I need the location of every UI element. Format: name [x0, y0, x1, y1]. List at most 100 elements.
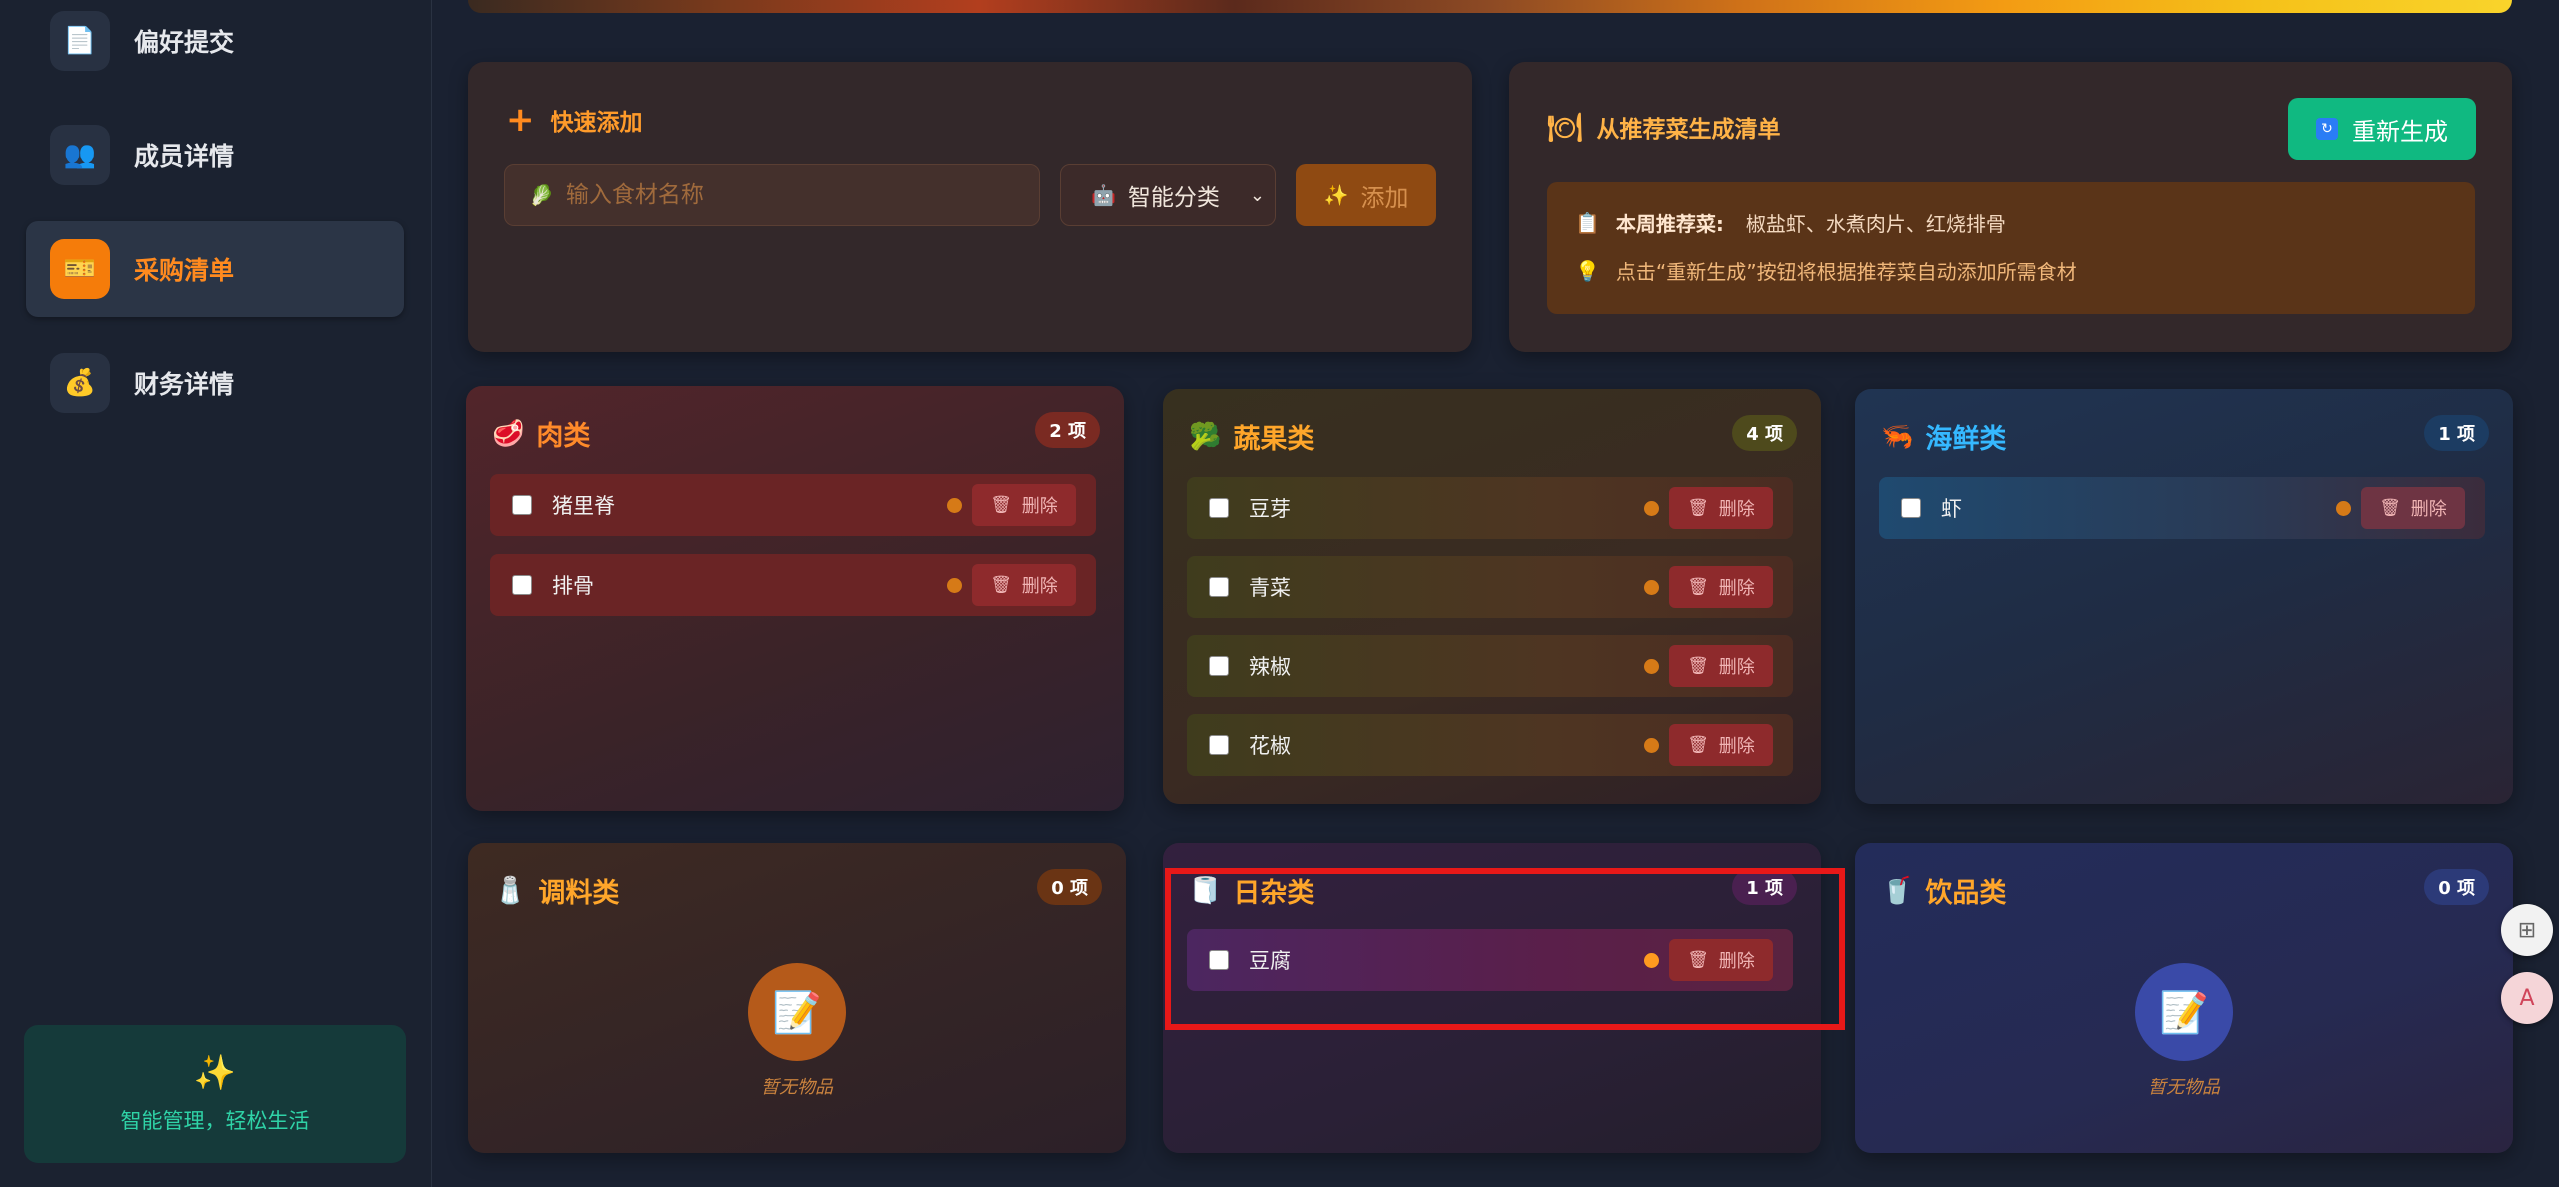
leaf-icon: 🥬: [529, 183, 554, 207]
refresh-icon: ↻: [2316, 118, 2338, 140]
sidebar-item-preferences[interactable]: 📄 偏好提交: [26, 0, 404, 89]
category-select-value: 智能分类: [1127, 185, 1220, 211]
status-dot: [947, 497, 962, 513]
item-checkbox[interactable]: [1209, 577, 1229, 597]
item-checkbox[interactable]: [1209, 950, 1229, 970]
trash-icon: 🗑: [1687, 735, 1709, 755]
item-checkbox[interactable]: [512, 495, 532, 515]
count-badge: 0 项: [1037, 869, 1102, 905]
status-dot: [947, 577, 962, 593]
delete-button[interactable]: 🗑 删除: [1669, 566, 1773, 608]
item-checkbox[interactable]: [1901, 498, 1921, 518]
delete-button[interactable]: 🗑 删除: [2361, 487, 2465, 529]
regenerate-hint: 💡 点击“重新生成”按钮将根据推荐菜自动添加所需食材: [1575, 258, 2077, 285]
trash-icon: 🗑: [990, 575, 1012, 595]
sidebar-item-label: 财务详情: [134, 370, 235, 399]
empty-text: 暂无物品: [2148, 1077, 2220, 1098]
status-dot: [1644, 952, 1659, 968]
money-bag-icon: 💰: [50, 353, 110, 413]
empty-text: 暂无物品: [761, 1077, 833, 1098]
item-checkbox[interactable]: [1209, 656, 1229, 676]
list-item: 排骨 🗑 删除: [490, 554, 1096, 616]
shrimp-icon: 🦐: [1881, 421, 1914, 452]
delete-button[interactable]: 🗑 删除: [972, 484, 1076, 526]
status-dot: [1644, 658, 1659, 674]
delete-button[interactable]: 🗑 删除: [972, 564, 1076, 606]
ticket-icon: 🎫: [50, 239, 110, 299]
category-title: 日杂类: [1233, 878, 1315, 909]
status-dot: [1644, 579, 1659, 595]
empty-state: 📝 暂无物品: [468, 963, 1126, 1099]
list-item: 虾 🗑 删除: [1879, 477, 2485, 539]
count-badge: 2 项: [1035, 412, 1100, 448]
trash-icon: 🗑: [1687, 498, 1709, 518]
empty-note-icon: 📝: [2135, 963, 2233, 1061]
sidebar: 📄 偏好提交 👥 成员详情 🎫 采购清单 💰 财务详情 ✨ 智能管理，轻松生活: [0, 0, 432, 1187]
item-checkbox[interactable]: [512, 575, 532, 595]
main-content: + 快速添加 🥬 🤖 智能分类 ⌄ ✨ 添加 🍽 从推荐菜生成清单 ↻ 重新生成: [432, 0, 2559, 1187]
members-icon: 👥: [50, 125, 110, 185]
plus-icon: +: [506, 100, 535, 140]
item-name: 豆腐: [1249, 949, 1291, 973]
count-badge: 0 项: [2424, 869, 2489, 905]
list-item: 豆芽 🗑 删除: [1187, 477, 1793, 539]
regenerate-button[interactable]: ↻ 重新生成: [2288, 98, 2476, 160]
sidebar-item-label: 偏好提交: [134, 28, 235, 57]
sidebar-item-members[interactable]: 👥 成员详情: [26, 107, 404, 203]
empty-state: 📝 暂无物品: [1855, 963, 2513, 1099]
translate-icon[interactable]: A: [2501, 972, 2553, 1024]
trash-icon: 🗑: [1687, 950, 1709, 970]
sidebar-footer-text: 智能管理，轻松生活: [120, 1109, 310, 1133]
apps-icon[interactable]: ⊞: [2501, 904, 2553, 956]
category-card-drink: 🥤 饮品类 0 项 📝 暂无物品: [1855, 843, 2513, 1153]
category-title: 蔬果类: [1233, 424, 1315, 455]
count-badge: 1 项: [1732, 869, 1797, 905]
broccoli-icon: 🥦: [1189, 421, 1222, 452]
list-item: 青菜 🗑 删除: [1187, 556, 1793, 618]
category-card-seafood: 🦐 海鲜类 1 项 虾 🗑 删除: [1855, 389, 2513, 804]
item-checkbox[interactable]: [1209, 498, 1229, 518]
recommend-info-box: 📋 本周推荐菜: 椒盐虾、水煮肉片、红烧排骨 💡 点击“重新生成”按钮将根据推荐…: [1547, 182, 2475, 314]
category-title: 调料类: [538, 878, 620, 909]
quick-add-title: + 快速添加: [506, 100, 643, 140]
trash-icon: 🗑: [1687, 577, 1709, 597]
recommend-panel: 🍽 从推荐菜生成清单 ↻ 重新生成 📋 本周推荐菜: 椒盐虾、水煮肉片、红烧排骨…: [1509, 62, 2512, 352]
item-checkbox[interactable]: [1209, 735, 1229, 755]
lightbulb-icon: 💡: [1575, 258, 1600, 283]
item-name: 虾: [1941, 497, 1962, 521]
clipboard-icon: 📋: [1575, 210, 1600, 235]
food-banner-image: [468, 0, 2512, 13]
robot-icon: 🤖: [1091, 183, 1116, 207]
document-icon: 📄: [50, 11, 110, 71]
cup-icon: 🥤: [1881, 875, 1914, 906]
food-name-field[interactable]: 🥬: [504, 164, 1040, 226]
delete-button[interactable]: 🗑 删除: [1669, 939, 1773, 981]
status-dot: [2336, 500, 2351, 516]
sidebar-item-shopping-list[interactable]: 🎫 采购清单: [26, 221, 404, 317]
item-name: 豆芽: [1249, 497, 1291, 521]
sparkle-icon: ✨: [1323, 183, 1349, 207]
food-name-input[interactable]: [565, 182, 1026, 208]
list-item: 辣椒 🗑 删除: [1187, 635, 1793, 697]
count-badge: 4 项: [1732, 415, 1797, 451]
trash-icon: 🗑: [1687, 656, 1709, 676]
delete-button[interactable]: 🗑 删除: [1669, 487, 1773, 529]
delete-button[interactable]: 🗑 删除: [1669, 724, 1773, 766]
tissue-icon: 🧻: [1189, 875, 1222, 906]
sidebar-item-label: 成员详情: [134, 142, 235, 171]
category-select[interactable]: 🤖 智能分类 ⌄: [1060, 164, 1276, 226]
trash-icon: 🗑: [990, 495, 1012, 515]
sidebar-item-finance[interactable]: 💰 财务详情: [26, 335, 404, 431]
salt-shaker-icon: 🧂: [494, 875, 527, 906]
delete-button[interactable]: 🗑 删除: [1669, 645, 1773, 687]
list-item: 豆腐 🗑 删除: [1187, 929, 1793, 991]
dish-icon: 🍽: [1547, 110, 1583, 144]
chevron-down-icon: ⌄: [1249, 184, 1265, 206]
item-name: 花椒: [1249, 734, 1291, 758]
status-dot: [1644, 500, 1659, 516]
item-name: 排骨: [552, 574, 594, 598]
category-title: 饮品类: [1925, 878, 2007, 909]
item-name: 辣椒: [1249, 655, 1291, 679]
status-dot: [1644, 737, 1659, 753]
add-button[interactable]: ✨ 添加: [1296, 164, 1436, 226]
